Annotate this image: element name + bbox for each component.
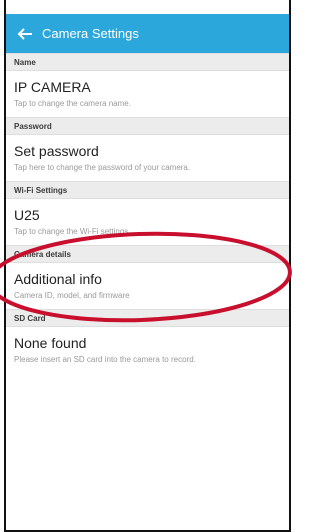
camera-name-title: IP CAMERA <box>14 79 91 95</box>
camera-name-item[interactable]: IP CAMERA Tap to change the camera name. <box>6 71 289 117</box>
additional-info-subtitle: Camera ID, model, and firmware <box>14 291 130 300</box>
wifi-settings-subtitle: Tap to change the Wi-Fi settings. <box>14 227 131 236</box>
section-header-sd-card: SD Card <box>6 309 289 327</box>
phone-frame: Camera Settings Name IP CAMERA Tap to ch… <box>0 0 295 532</box>
set-password-subtitle: Tap here to change the password of your … <box>14 163 191 172</box>
app-bar-title: Camera Settings <box>42 26 139 41</box>
additional-info-title: Additional info <box>14 271 102 287</box>
arrow-left-icon[interactable] <box>16 25 34 43</box>
app-bar: Camera Settings <box>6 14 289 53</box>
wifi-network-title: U25 <box>14 207 40 223</box>
set-password-title: Set password <box>14 143 99 159</box>
set-password-item[interactable]: Set password Tap here to change the pass… <box>6 135 289 181</box>
additional-info-item[interactable]: Additional info Camera ID, model, and fi… <box>6 263 289 309</box>
wifi-settings-item[interactable]: U25 Tap to change the Wi-Fi settings. <box>6 199 289 245</box>
screen: Camera Settings Name IP CAMERA Tap to ch… <box>6 14 289 530</box>
sd-card-subtitle: Please insert an SD card into the camera… <box>14 355 196 364</box>
camera-name-subtitle: Tap to change the camera name. <box>14 99 131 108</box>
section-header-camera-details: Camera details <box>6 245 289 263</box>
sd-card-title: None found <box>14 335 87 351</box>
section-header-name: Name <box>6 53 289 71</box>
section-header-wifi: Wi-Fi Settings <box>6 181 289 199</box>
sd-card-item[interactable]: None found Please insert an SD card into… <box>6 327 289 373</box>
section-header-password: Password <box>6 117 289 135</box>
